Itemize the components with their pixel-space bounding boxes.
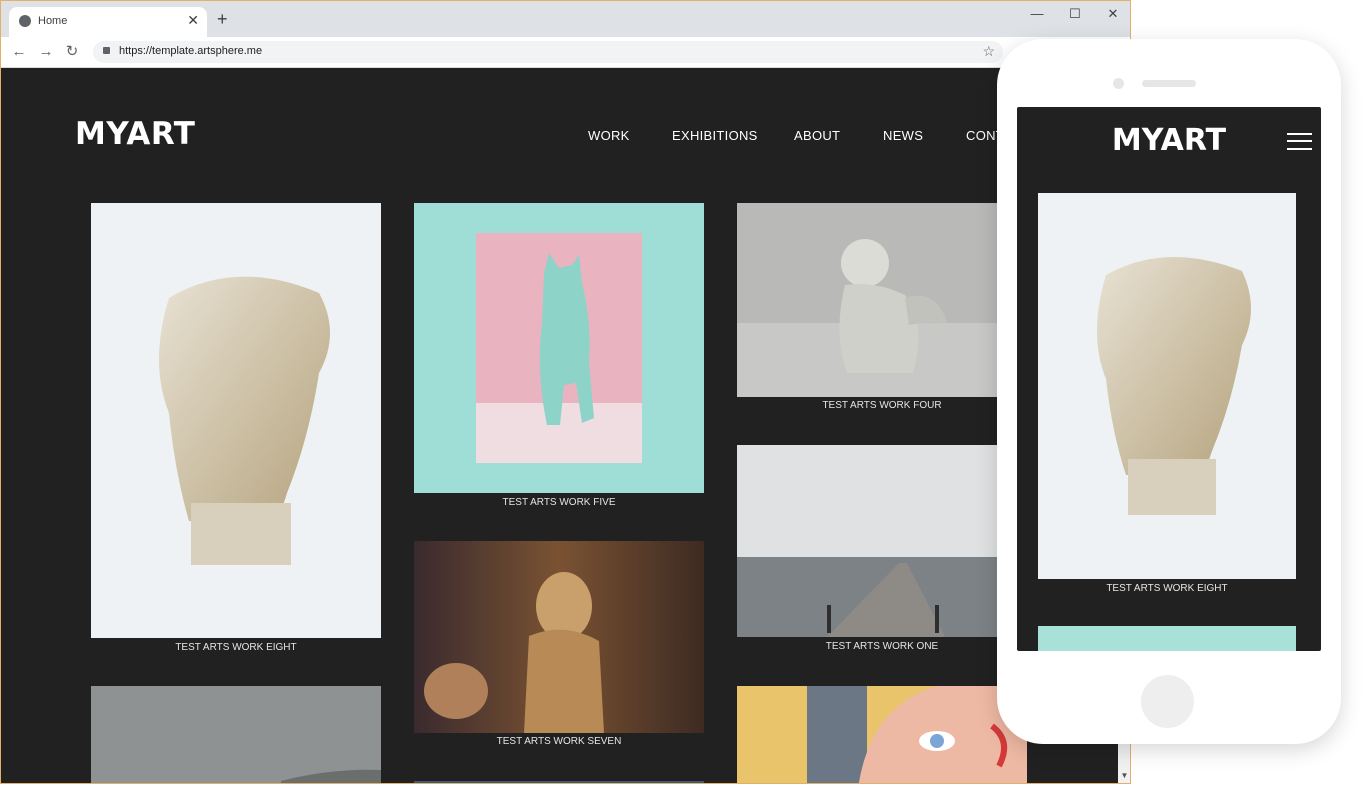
mobile-torso-sculpture-image bbox=[1038, 193, 1296, 579]
back-arrow-icon[interactable]: ← bbox=[9, 42, 29, 62]
artwork-image-seven[interactable] bbox=[414, 541, 704, 733]
page-viewport: MYART WORK EXHIBITIONS ABOUT NEWS CONT T… bbox=[1, 68, 1118, 783]
browser-toolbar: ← → ↻ https://template.artsphere.me ☆ bbox=[1, 37, 1130, 68]
home-button[interactable] bbox=[1141, 675, 1194, 728]
wooden-figure-image bbox=[414, 541, 704, 733]
site-logo[interactable]: MYART bbox=[75, 116, 195, 152]
caption-work-seven[interactable]: TEST ARTS WORK SEVEN bbox=[414, 736, 704, 747]
caption-work-four[interactable]: TEST ARTS WORK FOUR bbox=[737, 400, 1027, 411]
mobile-artwork-image-eight[interactable] bbox=[1038, 193, 1296, 579]
mobile-artwork-image-next[interactable] bbox=[1038, 626, 1296, 651]
torso-sculpture-image bbox=[91, 203, 381, 638]
caption-work-eight[interactable]: TEST ARTS WORK EIGHT bbox=[91, 642, 381, 653]
nav-news[interactable]: NEWS bbox=[883, 128, 923, 143]
reload-icon[interactable]: ↻ bbox=[62, 42, 82, 62]
misty-landscape-image bbox=[91, 686, 381, 783]
forward-arrow-icon[interactable]: → bbox=[36, 42, 56, 62]
minimize-icon[interactable]: — bbox=[1019, 5, 1055, 23]
tab-home[interactable]: Home ✕ bbox=[9, 7, 207, 37]
tab-title: Home bbox=[38, 15, 68, 27]
window-close-icon[interactable]: ✕ bbox=[1095, 5, 1130, 23]
mobile-caption-work-eight[interactable]: TEST ARTS WORK EIGHT bbox=[1022, 583, 1312, 594]
globe-icon bbox=[19, 15, 31, 27]
nav-exhibitions[interactable]: EXHIBITIONS bbox=[672, 128, 758, 143]
artwork-image-partial-right[interactable] bbox=[737, 686, 1027, 783]
artwork-image-partial-left[interactable] bbox=[91, 686, 381, 783]
cherub-statue-image bbox=[737, 203, 1027, 397]
mobile-site-logo[interactable]: MYART bbox=[1017, 123, 1321, 158]
maximize-icon[interactable]: ☐ bbox=[1057, 5, 1093, 23]
artwork-image-five[interactable] bbox=[414, 203, 704, 493]
mobile-screen: MYART TEST ARTS WORK EIGHT bbox=[1017, 107, 1321, 651]
browser-window: Home ✕ + — ☐ ✕ ← → ↻ https://template.ar… bbox=[0, 0, 1131, 784]
scroll-down-arrow-icon[interactable]: ▼ bbox=[1118, 771, 1130, 783]
speaker-slot bbox=[1142, 80, 1196, 87]
artwork-image-partial-center[interactable] bbox=[414, 781, 704, 783]
plus-icon[interactable]: + bbox=[217, 10, 228, 28]
pier-lake-image bbox=[737, 445, 1027, 637]
caption-work-one[interactable]: TEST ARTS WORK ONE bbox=[737, 641, 1027, 652]
close-icon[interactable]: ✕ bbox=[187, 12, 199, 29]
caption-work-five[interactable]: TEST ARTS WORK FIVE bbox=[414, 497, 704, 508]
lock-icon bbox=[103, 47, 110, 54]
nav-about[interactable]: ABOUT bbox=[794, 128, 840, 143]
star-icon[interactable]: ☆ bbox=[982, 43, 995, 60]
nav-work[interactable]: WORK bbox=[588, 128, 630, 143]
artwork-image-one[interactable] bbox=[737, 445, 1027, 637]
hamburger-menu-icon[interactable] bbox=[1287, 132, 1312, 151]
artwork-image-eight[interactable] bbox=[91, 203, 381, 638]
tab-bar: Home ✕ + — ☐ ✕ bbox=[1, 1, 1130, 37]
pop-art-face-image bbox=[737, 686, 1027, 783]
url-text: https://template.artsphere.me bbox=[119, 45, 263, 57]
phone-mockup: MYART TEST ARTS WORK EIGHT bbox=[997, 39, 1341, 744]
cat-figurine-image bbox=[414, 203, 704, 493]
camera-dot bbox=[1113, 78, 1124, 89]
artwork-image-four[interactable] bbox=[737, 203, 1027, 397]
address-bar[interactable]: https://template.artsphere.me ☆ bbox=[93, 41, 1003, 63]
